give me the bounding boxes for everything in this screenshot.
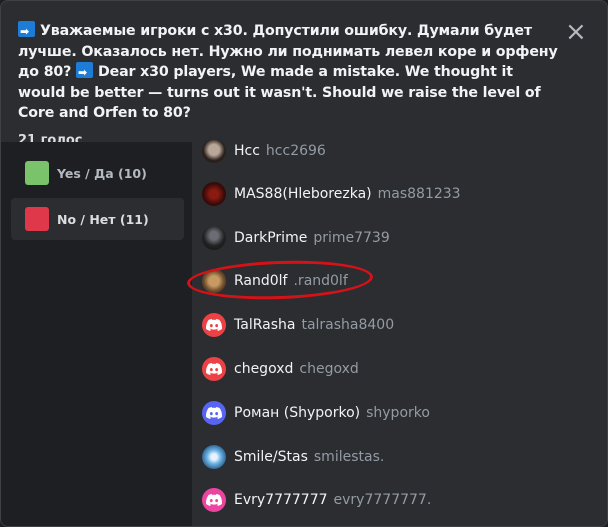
voter-display-name: MAS88(Hleborezka) — [234, 186, 372, 202]
poll-header: Уважаемые игроки с х30. Допустили ошибку… — [18, 21, 558, 148]
voter-display-name: Smile/Stas — [234, 449, 308, 465]
answer-no-label: No / Нет (11) — [57, 211, 149, 227]
voter-display-name: TalRasha — [234, 317, 296, 333]
voter-row[interactable]: Smile/Stas smilestas. — [202, 439, 592, 475]
voter-username: mas881233 — [377, 186, 461, 202]
user-avatar — [202, 182, 226, 206]
discord-icon — [202, 357, 226, 381]
voter-display-name: Роман (Shyporko) — [234, 405, 361, 421]
poll-results-modal: Уважаемые игроки с х30. Допустили ошибку… — [0, 0, 608, 527]
answer-yes[interactable]: Yes / Да (10) — [11, 152, 184, 194]
voter-row[interactable]: TalRasha talrasha8400 — [202, 307, 592, 343]
arrow-right-emoji-icon — [18, 21, 35, 43]
poll-question-en: Dear x30 players, We made a mistake. We … — [18, 64, 541, 121]
poll-results-body: Yes / Да (10) No / Нет (11) Hcc hcc2696 … — [1, 139, 607, 526]
answer-no-color-swatch — [25, 207, 49, 231]
voter-username: evry7777777. — [333, 492, 432, 508]
voter-display-name: Evry7777777 — [234, 492, 328, 508]
voter-username: .rand0lf — [293, 273, 348, 289]
discord-icon — [202, 401, 226, 425]
voters-list[interactable]: Hcc hcc2696 MAS88(Hleborezka) mas881233 … — [192, 139, 607, 526]
voter-username: prime7739 — [313, 230, 390, 246]
user-avatar — [202, 139, 226, 163]
voter-row[interactable]: DarkPrime prime7739 — [202, 220, 592, 256]
voter-username: shyporko — [366, 405, 430, 421]
voter-row[interactable]: Роман (Shyporko) shyporko — [202, 395, 592, 431]
answer-yes-label: Yes / Да (10) — [57, 165, 147, 181]
voter-username: smilestas. — [313, 449, 385, 465]
answers-list: Yes / Да (10) No / Нет (11) — [1, 142, 192, 526]
user-avatar — [202, 445, 226, 469]
voter-row[interactable]: Hcc hcc2696 — [202, 133, 592, 169]
discord-icon — [202, 313, 226, 337]
voter-row[interactable]: Evry7777777 evry7777777. — [202, 482, 592, 518]
voter-row[interactable]: Rand0lf .rand0lf — [202, 263, 592, 299]
user-avatar — [202, 269, 226, 293]
answer-yes-color-swatch — [25, 161, 49, 185]
voter-display-name: chegoxd — [234, 361, 294, 377]
discord-icon — [202, 488, 226, 512]
voter-username: hcc2696 — [265, 143, 326, 159]
voter-row[interactable]: MAS88(Hleborezka) mas881233 — [202, 176, 592, 212]
user-avatar — [202, 226, 226, 250]
voter-display-name: Hcc — [234, 143, 260, 159]
voter-display-name: DarkPrime — [234, 230, 308, 246]
voter-row[interactable]: chegoxd chegoxd — [202, 351, 592, 387]
voter-display-name: Rand0lf — [234, 273, 288, 289]
voter-username: chegoxd — [299, 361, 359, 377]
close-icon[interactable]: × — [565, 19, 587, 45]
arrow-right-emoji-icon — [76, 62, 94, 84]
answer-no[interactable]: No / Нет (11) — [11, 198, 184, 240]
poll-question: Уважаемые игроки с х30. Допустили ошибку… — [18, 21, 558, 124]
voter-username: talrasha8400 — [301, 317, 395, 333]
